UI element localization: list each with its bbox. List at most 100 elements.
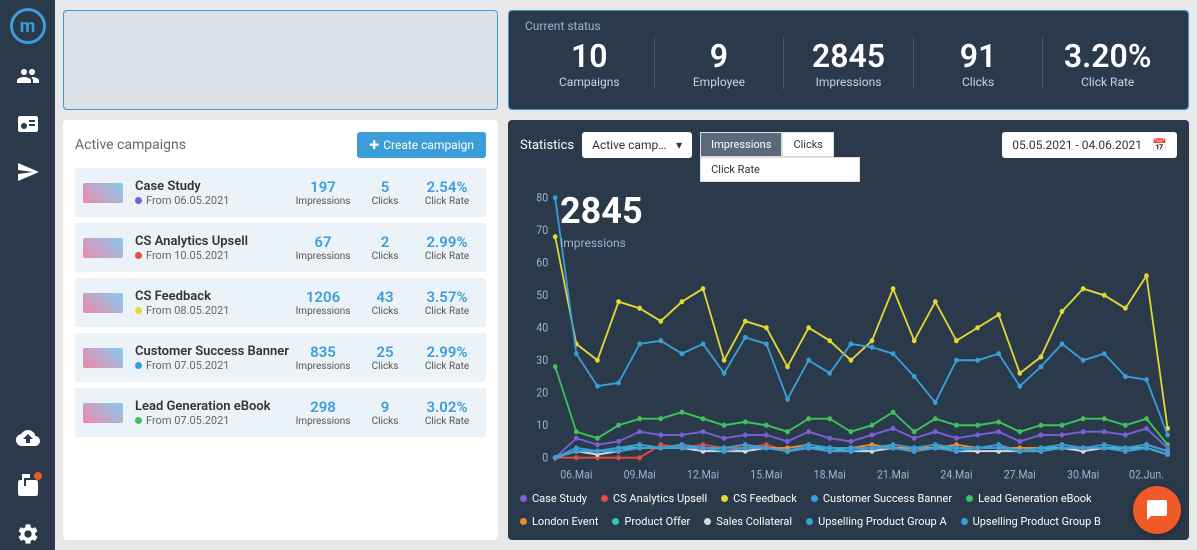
tab-impressions[interactable]: Impressions	[700, 132, 782, 157]
legend-item: Lead Generation eBook	[966, 492, 1092, 505]
legend-item: Product Offer	[612, 515, 690, 528]
campaign-name: Case Study	[135, 179, 292, 194]
nav-cloud-upload-icon[interactable]	[16, 426, 40, 454]
legend-item: Sales Collateral	[704, 515, 792, 528]
header-empty-box	[63, 10, 498, 110]
campaign-thumbnail	[83, 348, 123, 368]
svg-text:15.Mai: 15.Mai	[750, 468, 782, 482]
campaign-date: From 07.05.2021	[135, 359, 292, 372]
chart-panel: Statistics Active camp… ▾ Impressions Cl…	[508, 120, 1189, 540]
campaign-name: Lead Generation eBook	[135, 399, 292, 414]
legend-item: Case Study	[520, 492, 587, 505]
create-campaign-button[interactable]: ✚ Create campaign	[357, 132, 486, 158]
campaign-rate: 2.99%Click Rate	[416, 233, 478, 262]
svg-text:18.Mai: 18.Mai	[814, 468, 846, 482]
legend-item: Customer Success Banner	[811, 492, 952, 505]
campaign-clicks: 43Clicks	[354, 288, 416, 317]
notification-badge	[34, 472, 42, 480]
nav-send-icon[interactable]	[16, 160, 40, 188]
campaigns-title: Active campaigns	[75, 137, 186, 153]
campaigns-panel: Active campaigns ✚ Create campaign Case …	[63, 120, 498, 540]
campaign-rate: 2.54%Click Rate	[416, 178, 478, 207]
svg-text:02.Jun.: 02.Jun.	[1129, 468, 1164, 482]
svg-text:09.Mai: 09.Mai	[624, 468, 656, 482]
campaign-row[interactable]: Lead Generation eBook From 07.05.2021 29…	[75, 388, 486, 437]
svg-text:10: 10	[536, 419, 548, 433]
svg-text:30: 30	[536, 354, 548, 368]
nav-people-icon[interactable]	[16, 64, 40, 92]
status-panel: Current status 10Campaigns9Employee2845I…	[508, 10, 1189, 110]
svg-text:70: 70	[536, 224, 548, 238]
svg-text:80: 80	[536, 191, 548, 205]
svg-text:20: 20	[536, 386, 548, 400]
date-range-input[interactable]: 05.05.2021 - 04.06.2021 📅	[1002, 132, 1177, 158]
campaign-date: From 08.05.2021	[135, 304, 292, 317]
campaign-row[interactable]: Case Study From 06.05.2021 197Impression…	[75, 168, 486, 217]
line-chart: 0 10 20 30 40 50 60 70 80 06.Mai 09.Mai 12.Mai 15.Ma…	[520, 190, 1177, 486]
campaign-name: Customer Success Banner	[135, 344, 292, 359]
metric-tab-group: Impressions Clicks Click Rate	[700, 132, 860, 182]
svg-text:40: 40	[536, 321, 548, 335]
campaign-row[interactable]: Customer Success Banner From 07.05.2021 …	[75, 333, 486, 382]
campaign-date: From 07.05.2021	[135, 414, 292, 427]
campaign-clicks: 25Clicks	[354, 343, 416, 372]
legend-item: CS Feedback	[721, 492, 797, 505]
calendar-icon: 📅	[1152, 138, 1167, 152]
chart-total-label: Impressions	[560, 236, 626, 250]
status-metric: 10Campaigns	[525, 37, 654, 89]
chevron-down-icon: ▾	[676, 138, 682, 152]
campaign-clicks: 2Clicks	[354, 233, 416, 262]
campaign-thumbnail	[83, 293, 123, 313]
campaign-impressions: 67Impressions	[292, 233, 354, 262]
campaign-thumbnail	[83, 183, 123, 203]
chart-legend: Case Study CS Analytics Upsell CS Feedback…	[520, 486, 1177, 528]
svg-text:06.Mai: 06.Mai	[560, 468, 592, 482]
legend-item: London Event	[520, 515, 598, 528]
campaign-name: CS Analytics Upsell	[135, 234, 292, 249]
status-metric: 2845Impressions	[783, 37, 913, 89]
status-metric: 9Employee	[654, 37, 784, 89]
legend-item: CS Analytics Upsell	[601, 492, 707, 505]
svg-text:21.Mai: 21.Mai	[877, 468, 909, 482]
campaign-row[interactable]: CS Analytics Upsell From 10.05.2021 67Im…	[75, 223, 486, 272]
statistics-label: Statistics	[520, 132, 574, 153]
svg-text:27.Mai: 27.Mai	[1004, 468, 1036, 482]
chat-button[interactable]	[1133, 486, 1181, 534]
campaign-impressions: 1206Impressions	[292, 288, 354, 317]
campaign-impressions: 197Impressions	[292, 178, 354, 207]
tab-clicks[interactable]: Clicks	[782, 132, 834, 157]
campaign-clicks: 9Clicks	[354, 398, 416, 427]
campaign-impressions: 835Impressions	[292, 343, 354, 372]
svg-text:24.Mai: 24.Mai	[940, 468, 972, 482]
status-metric: 91Clicks	[913, 37, 1043, 89]
svg-text:0: 0	[542, 451, 548, 465]
sidebar: m	[0, 0, 55, 550]
nav-mailbox-icon[interactable]	[16, 474, 40, 502]
svg-text:60: 60	[536, 256, 548, 270]
nav-id-icon[interactable]	[16, 112, 40, 140]
svg-text:12.Mai: 12.Mai	[687, 468, 719, 482]
campaign-thumbnail	[83, 238, 123, 258]
logo[interactable]: m	[10, 8, 46, 44]
campaign-rate: 3.57%Click Rate	[416, 288, 478, 317]
campaign-row[interactable]: CS Feedback From 08.05.2021 1206Impressi…	[75, 278, 486, 327]
status-metric: 3.20%Click Rate	[1042, 37, 1172, 89]
svg-text:30.Mai: 30.Mai	[1067, 468, 1099, 482]
campaign-date: From 10.05.2021	[135, 249, 292, 262]
campaign-name: CS Feedback	[135, 289, 292, 304]
campaign-rate: 2.99%Click Rate	[416, 343, 478, 372]
main: Current status 10Campaigns9Employee2845I…	[55, 0, 1197, 550]
svg-text:50: 50	[536, 289, 548, 303]
campaign-thumbnail	[83, 403, 123, 423]
legend-item: Upselling Product Group A	[806, 515, 947, 528]
legend-item: Upselling Product Group B	[961, 515, 1101, 528]
campaign-select[interactable]: Active camp… ▾	[582, 132, 692, 158]
nav-settings-icon[interactable]	[16, 522, 40, 550]
campaign-impressions: 298Impressions	[292, 398, 354, 427]
campaign-date: From 06.05.2021	[135, 194, 292, 207]
campaign-rate: 3.02%Click Rate	[416, 398, 478, 427]
status-title: Current status	[525, 19, 1172, 33]
campaign-clicks: 5Clicks	[354, 178, 416, 207]
plus-icon: ✚	[369, 138, 379, 152]
tab-click-rate[interactable]: Click Rate	[700, 157, 860, 182]
